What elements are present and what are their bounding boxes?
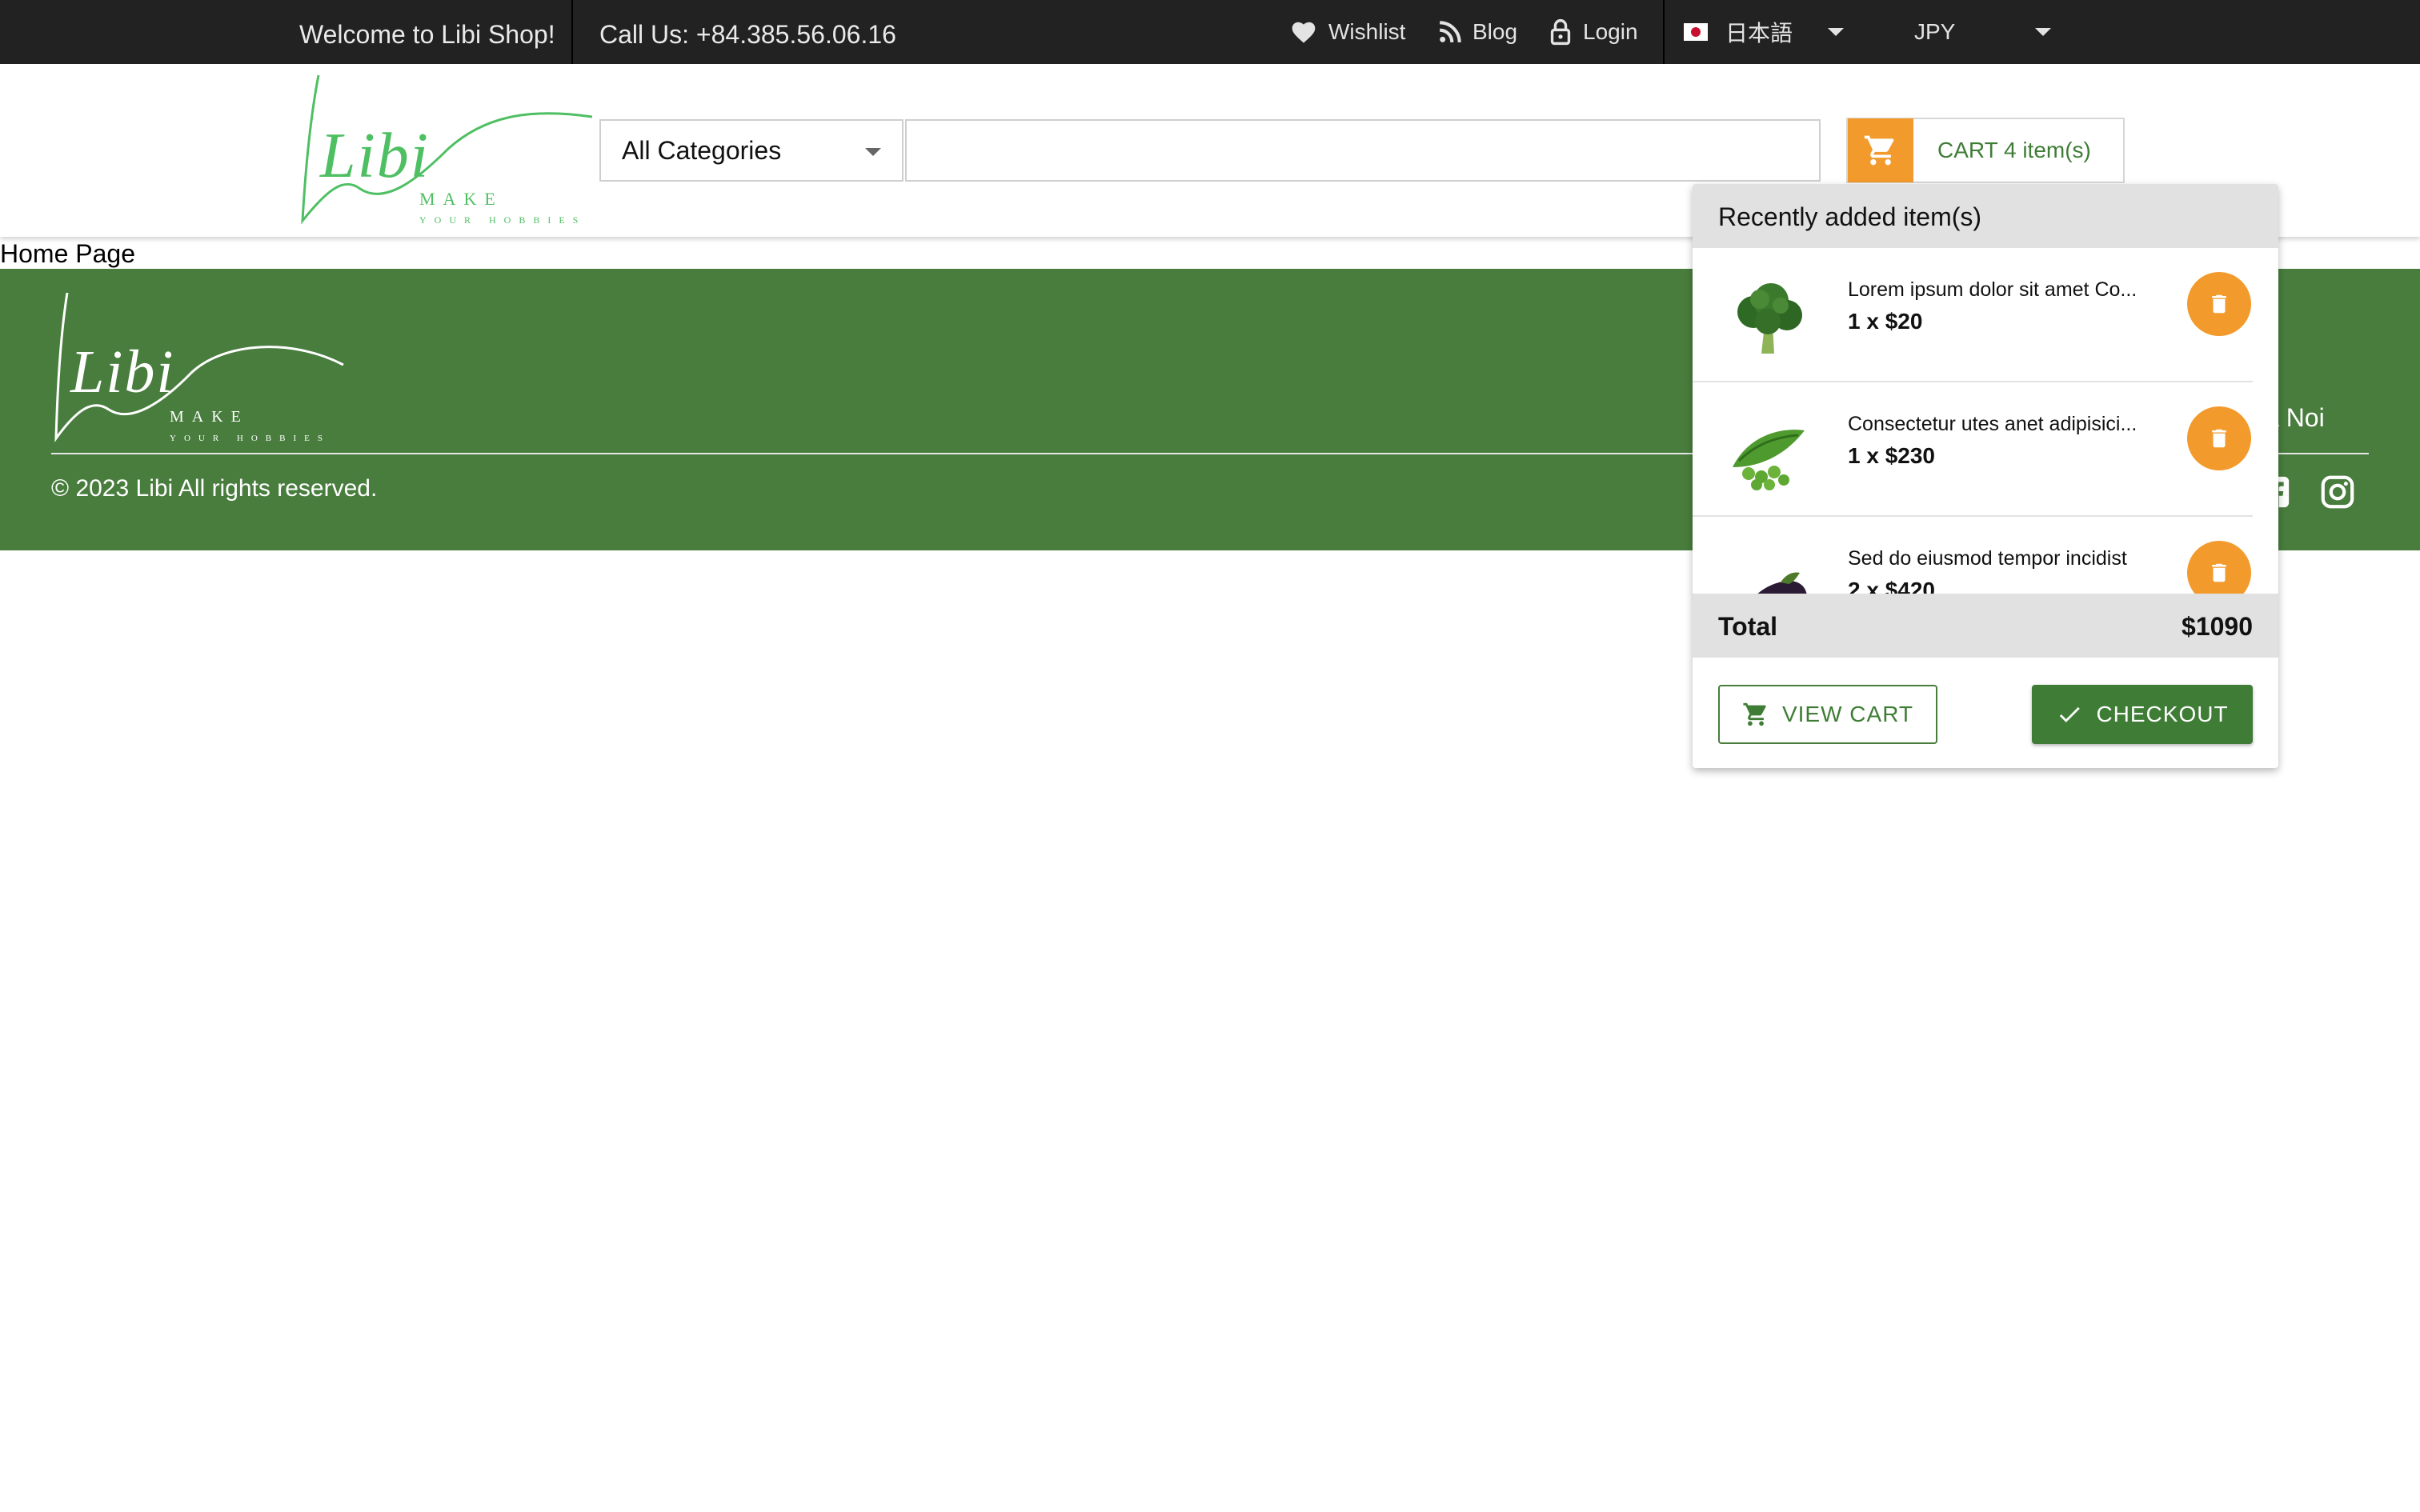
logo-make: MAKE: [170, 408, 249, 426]
checkout-label: CHECKOUT: [2096, 702, 2229, 726]
blog-label: Blog: [1472, 19, 1518, 44]
rss-icon: [1439, 21, 1461, 43]
category-select[interactable]: All Categories: [599, 119, 903, 182]
cart-item-name: Sed do eiusmod tempor incidist: [1848, 547, 2127, 570]
logo-word: Libi: [70, 338, 175, 406]
login-label: Login: [1583, 19, 1638, 44]
site-logo[interactable]: Libi MAKE YOUR HOBBIES: [296, 69, 592, 229]
chevron-down-icon: [865, 148, 881, 156]
cart-item-qty-price: 1 x $20: [1848, 309, 1923, 334]
view-cart-label: VIEW CART: [1781, 702, 1914, 726]
total-label: Total: [1718, 612, 1778, 641]
wishlist-link[interactable]: Wishlist: [1290, 0, 1405, 64]
cart-item-qty-price: 2 x $420: [1848, 578, 1935, 594]
remove-item-button[interactable]: [2187, 541, 2251, 594]
topbar-divider: [571, 0, 573, 64]
footer-logo: Libi MAKE YOUR HOBBIES: [51, 293, 347, 453]
checkout-button[interactable]: CHECKOUT: [2032, 685, 2253, 744]
currency-label: JPY: [1914, 19, 1956, 44]
cart-button[interactable]: CART 4 item(s): [1846, 118, 2125, 183]
heart-icon: [1292, 22, 1316, 43]
checkmark-icon: [2060, 706, 2081, 722]
welcome-text: Welcome to Libi Shop!: [299, 20, 555, 49]
trash-icon: [2212, 294, 2226, 314]
currency-select[interactable]: JPY: [1914, 0, 2052, 64]
remove-item-button[interactable]: [2187, 406, 2251, 470]
cart-item-qty-price: 1 x $230: [1848, 443, 1935, 468]
blog-link[interactable]: Blog: [1439, 0, 1517, 64]
trash-icon: [2212, 429, 2226, 448]
shopping-cart-icon: [1743, 702, 1766, 726]
cart-label: CART 4 item(s): [1937, 138, 2091, 162]
cart-total-row: Total $1090: [1693, 594, 2278, 658]
peas-icon: [1733, 430, 1805, 490]
cart-item-name: Consectetur utes anet adipisici...: [1848, 413, 2138, 435]
topbar-divider: [1663, 0, 1665, 64]
shopping-cart-icon: [1864, 135, 1894, 166]
lock-icon: [1550, 18, 1571, 46]
copyright-text: © 2023 Libi All rights reserved.: [51, 475, 378, 502]
wishlist-label: Wishlist: [1328, 19, 1406, 44]
category-selected-label: All Categories: [622, 135, 782, 165]
chevron-down-icon: [1828, 28, 1845, 36]
cart-dropdown-heading: Recently added item(s): [1693, 184, 2278, 248]
logo-word: Libi: [320, 121, 430, 191]
japan-flag-icon: [1684, 23, 1708, 41]
remove-item-button[interactable]: [2187, 272, 2251, 336]
search-input[interactable]: [905, 119, 1821, 182]
cart-item[interactable]: Consectetur utes anet adipisici... 1 x $…: [1693, 382, 2278, 517]
cart-item[interactable]: Sed do eiusmod tempor incidist 2 x $420: [1693, 517, 2278, 594]
logo-tagline: YOUR HOBBIES: [419, 214, 587, 226]
login-link[interactable]: Login: [1549, 0, 1638, 64]
broccoli-icon: [1737, 283, 1802, 354]
cart-item-list[interactable]: Lorem ipsum dolor sit amet Co... 1 x $20…: [1693, 248, 2278, 594]
total-value: $1090: [2182, 612, 2253, 641]
cart-icon-box: [1848, 118, 1913, 182]
instagram-icon[interactable]: [2319, 474, 2356, 510]
call-us-text: Call Us: +84.385.56.06.16: [599, 20, 896, 49]
trash-icon: [2212, 563, 2226, 582]
chevron-down-icon: [2035, 28, 2052, 36]
cart-item[interactable]: Lorem ipsum dolor sit amet Co... 1 x $20: [1693, 248, 2278, 382]
language-select[interactable]: 日本語: [1684, 0, 1845, 64]
logo-tagline: YOUR HOBBIES: [170, 434, 331, 443]
view-cart-button[interactable]: VIEW CART: [1718, 685, 1937, 744]
logo-make: MAKE: [419, 189, 503, 209]
eggplant-icon: [1757, 572, 1807, 594]
cart-dropdown: Recently added item(s) Lorem ipsum dolor…: [1693, 184, 2278, 768]
cart-item-name: Lorem ipsum dolor sit amet Co...: [1848, 278, 2138, 301]
language-label: 日本語: [1725, 21, 1793, 46]
page-title: Home Page: [0, 239, 135, 268]
top-bar: Welcome to Libi Shop! Call Us: +84.385.5…: [0, 0, 2420, 64]
